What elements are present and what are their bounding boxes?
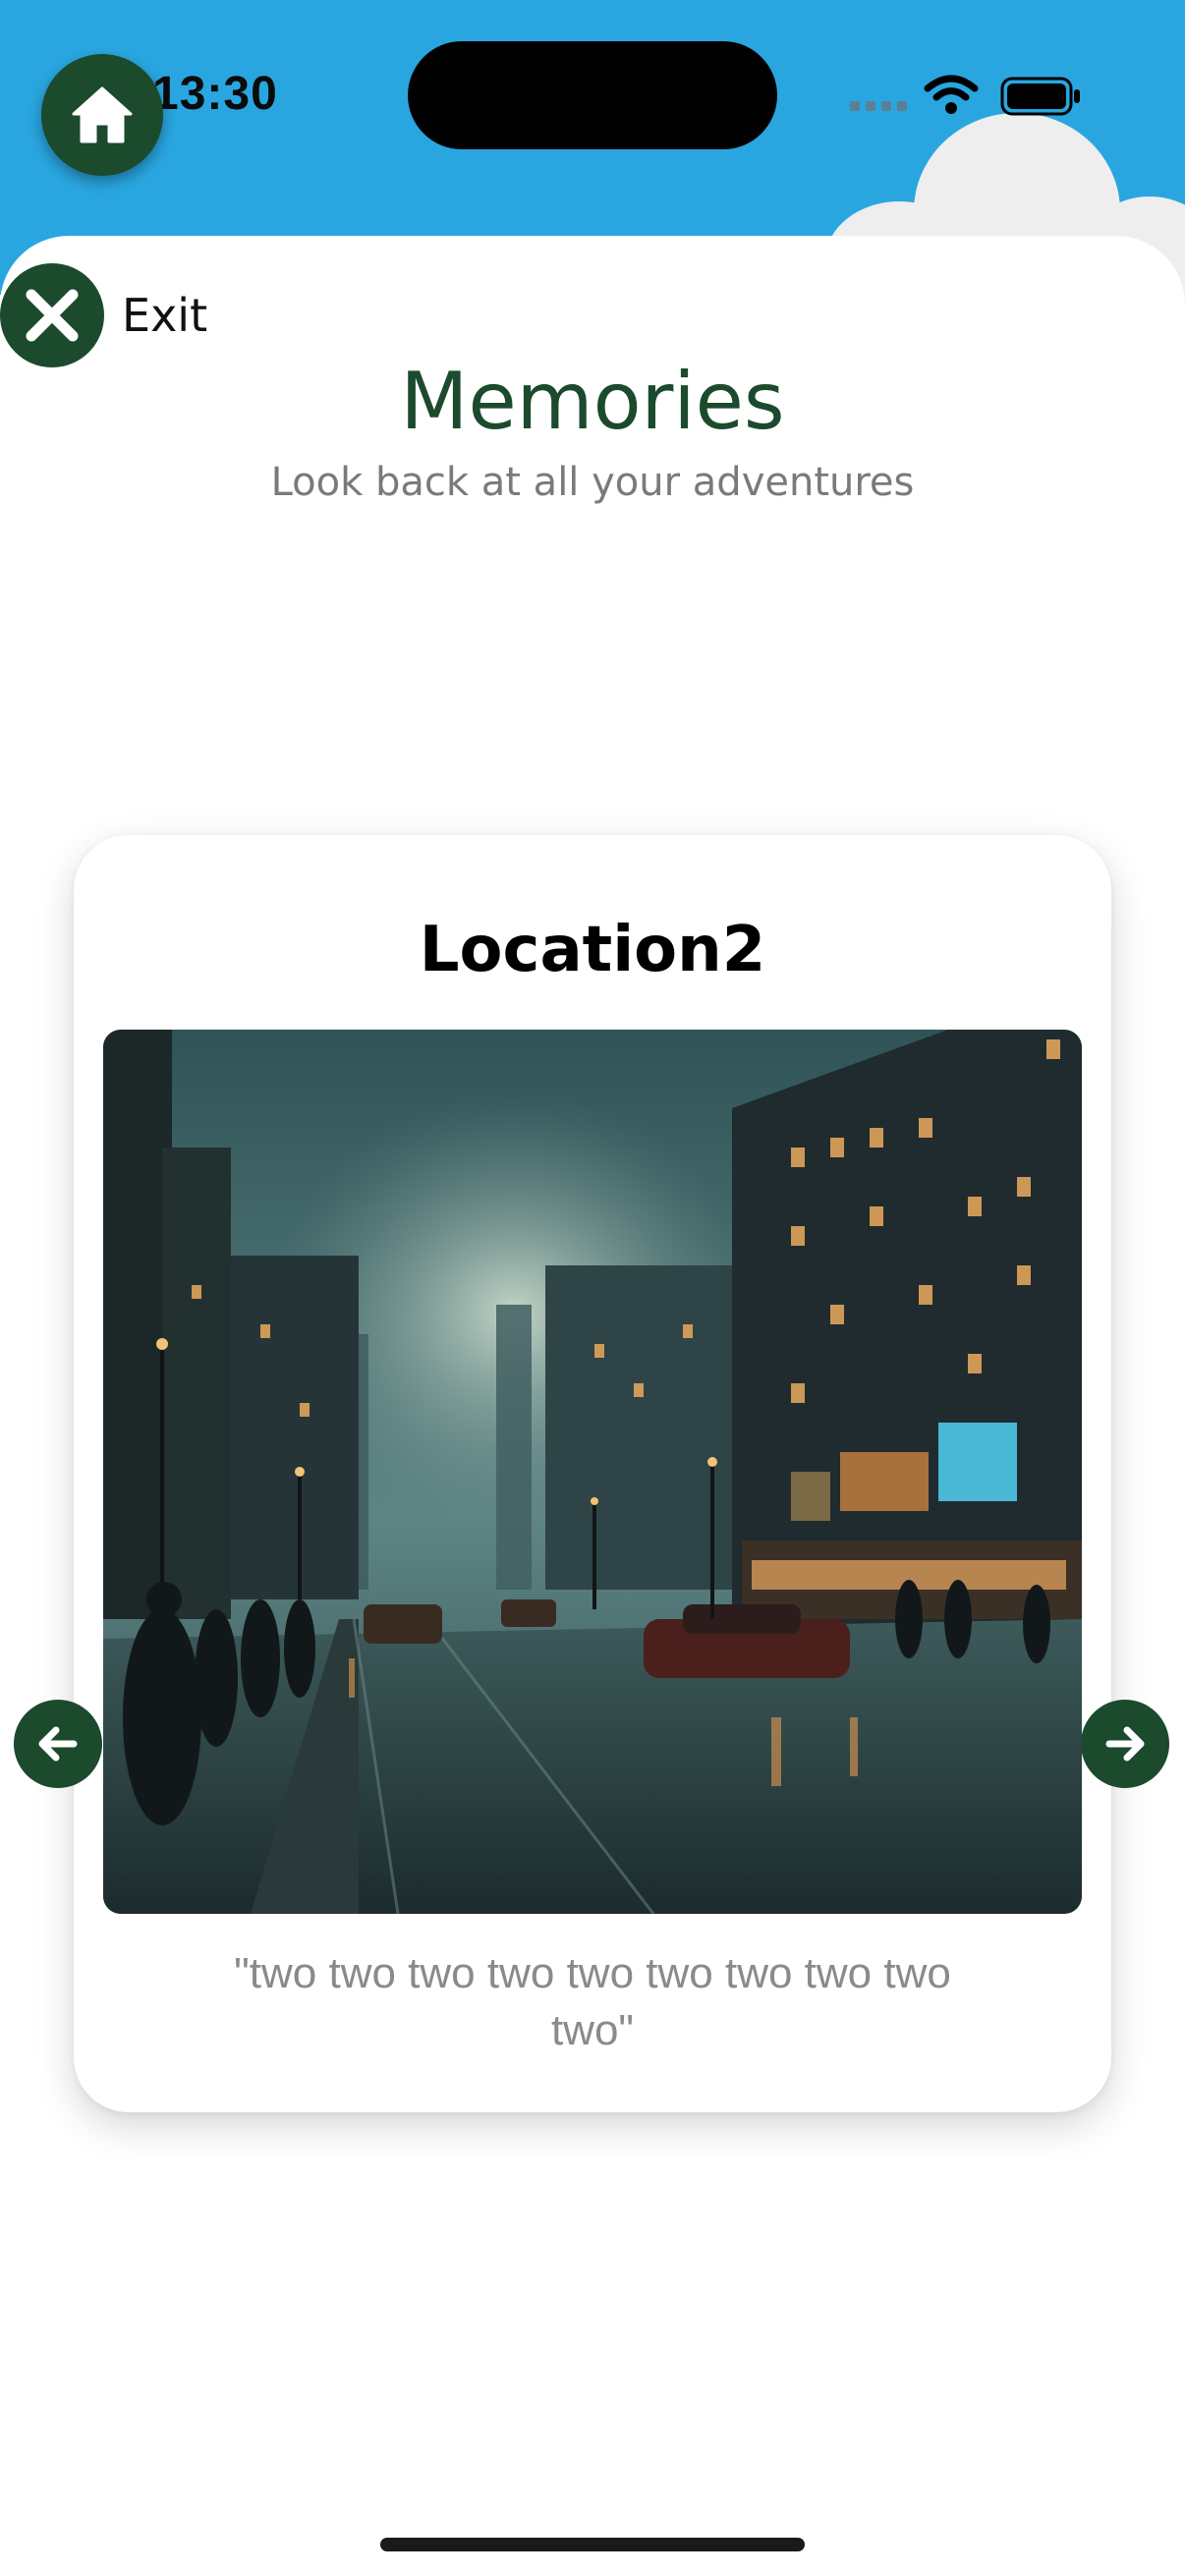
page-title: Memories [400,356,785,447]
next-memory-button[interactable] [1081,1700,1169,1788]
page-subtitle: Look back at all your adventures [270,460,915,505]
exit-button[interactable]: Exit [0,263,207,367]
home-icon [72,86,133,143]
wifi-icon [924,75,979,114]
memory-caption: "two two two two two two two two two two… [234,1949,951,2054]
home-indicator[interactable] [380,2538,805,2551]
close-icon [0,263,104,367]
arrow-right-icon [1105,1726,1145,1762]
status-time: 13:30 [152,68,278,120]
memory-card: Location2 "two two two two two two two t… [74,835,1111,2112]
arrow-left-icon [38,1726,78,1762]
memory-photo [103,1030,1082,1914]
battery-icon [1000,77,1080,116]
cellular-signal-icon [850,101,907,115]
home-button[interactable] [41,54,163,176]
memory-location-title: Location2 [419,914,766,986]
exit-label: Exit [122,289,208,342]
previous-memory-button[interactable] [14,1700,102,1788]
dynamic-island [408,41,777,149]
